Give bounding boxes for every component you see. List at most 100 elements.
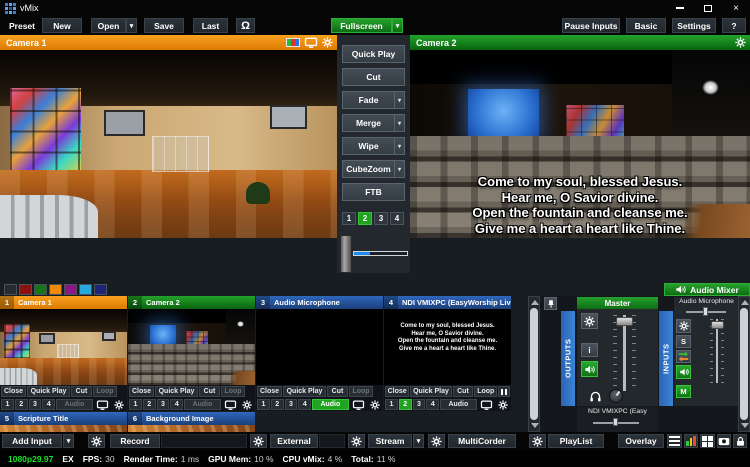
transition-position-2[interactable]: 2	[358, 212, 372, 225]
cubezoom-button[interactable]: CubeZoom▾	[342, 160, 405, 178]
input-header[interactable]: 5 Scripture Title	[0, 412, 127, 425]
cut-button[interactable]: Cut	[327, 386, 348, 397]
cut-button[interactable]: Cut	[71, 386, 92, 397]
multicorder-button[interactable]: MultiCorder	[448, 434, 516, 448]
close-button[interactable]: Close	[1, 386, 26, 397]
position-4-button[interactable]: 4	[42, 399, 55, 410]
category-color-orange[interactable]	[49, 284, 62, 295]
category-color-navy[interactable]	[94, 284, 107, 295]
preview-video[interactable]	[0, 50, 337, 238]
input-header[interactable]: 2 Camera 2	[128, 296, 255, 309]
master-fader-handle[interactable]	[616, 317, 633, 326]
loop-button[interactable]: Loop	[474, 386, 497, 397]
merge-button[interactable]: Merge▾	[342, 114, 405, 132]
input-3-audio-microphone[interactable]: 3 Audio Microphone Close Quick Play Cut …	[256, 296, 383, 411]
record-button[interactable]: Record	[110, 434, 160, 448]
gear-icon[interactable]	[368, 399, 382, 410]
tbar-track[interactable]	[353, 251, 408, 256]
playlist-button[interactable]: PlayList	[548, 434, 604, 448]
input-thumbnail[interactable]	[256, 309, 383, 385]
wipe-dropdown-icon[interactable]: ▾	[394, 138, 404, 154]
cut-button[interactable]: Cut	[453, 386, 473, 397]
position-3-button[interactable]: 3	[29, 399, 42, 410]
position-1-button[interactable]: 1	[385, 399, 398, 410]
maximize-button[interactable]	[694, 0, 722, 16]
lock-icon[interactable]	[733, 434, 747, 448]
preset-label[interactable]: Preset	[9, 21, 35, 31]
input-header[interactable]: 3 Audio Microphone	[256, 296, 383, 309]
stream-button[interactable]: Stream	[368, 434, 412, 448]
fullscreen-monitor-icon[interactable]	[223, 399, 240, 410]
transition-position-1[interactable]: 1	[342, 212, 356, 225]
cubezoom-dropdown-icon[interactable]: ▾	[394, 161, 404, 177]
quick-play-button[interactable]: Quick Play	[342, 45, 405, 63]
loop-button[interactable]: Loop	[93, 386, 117, 397]
scrollbar-thumb[interactable]	[530, 308, 538, 420]
merge-dropdown-icon[interactable]: ▾	[394, 115, 404, 131]
multiview-grid-icon[interactable]	[700, 434, 715, 448]
input-thumbnail[interactable]	[0, 425, 127, 432]
monitor-icon[interactable]	[304, 37, 318, 48]
category-color-blue[interactable]	[79, 284, 92, 295]
position-2-button[interactable]: 2	[143, 399, 156, 410]
quick-play-button[interactable]: Quick Play	[155, 386, 198, 397]
audio-button[interactable]: Audio	[184, 399, 220, 410]
input-thumbnail[interactable]	[128, 309, 255, 385]
gear-icon[interactable]	[112, 399, 126, 410]
fullscreen-monitor-icon[interactable]	[95, 399, 112, 410]
gear-icon[interactable]	[735, 37, 746, 48]
open-dropdown-icon[interactable]: ▾	[126, 18, 137, 33]
position-3-button[interactable]: 3	[285, 399, 298, 410]
mute-speaker-icon[interactable]	[676, 365, 691, 379]
gear-icon[interactable]	[322, 37, 333, 48]
basic-button[interactable]: Basic	[626, 18, 666, 33]
input-header[interactable]: 1 Camera 1	[0, 296, 127, 309]
new-button[interactable]: New	[42, 18, 82, 33]
quick-play-button[interactable]: Quick Play	[410, 386, 452, 397]
position-4-button[interactable]: 4	[170, 399, 183, 410]
pin-icon[interactable]	[544, 297, 557, 310]
scroll-down-icon[interactable]	[741, 423, 749, 428]
audio-levels-icon[interactable]	[684, 434, 698, 448]
minimize-button[interactable]	[666, 0, 694, 16]
mixer-scrollbar[interactable]	[738, 296, 750, 432]
input-5-scripture-title[interactable]: 5 Scripture Title	[0, 412, 127, 432]
scroll-up-icon[interactable]	[741, 300, 749, 305]
headphones-icon[interactable]	[589, 390, 602, 403]
add-input-button[interactable]: Add Input	[2, 434, 62, 448]
colorbars-icon[interactable]	[286, 38, 300, 47]
category-color-purple[interactable]	[64, 284, 77, 295]
pan-slider-handle[interactable]	[703, 307, 708, 316]
input-2-camera2[interactable]: 2 Camera 2 Close Quick Play Cut Loop 1 2…	[128, 296, 255, 411]
gear-icon[interactable]	[496, 399, 510, 410]
loop-button[interactable]: Loop	[349, 386, 373, 397]
headphone-volume-knob[interactable]	[609, 389, 623, 403]
menu-icon[interactable]	[667, 434, 682, 448]
input-header[interactable]: 6 Background Image	[128, 412, 255, 425]
scroll-down-icon[interactable]	[531, 423, 539, 428]
fullscreen-monitor-icon[interactable]	[479, 399, 496, 410]
input-header[interactable]: 4 NDI VMIXPC (EasyWorship Live)	[384, 296, 511, 309]
multicorder-settings-gear-icon[interactable]	[428, 434, 445, 448]
master-mute-speaker-icon[interactable]	[581, 361, 598, 377]
tbar-handle[interactable]	[340, 235, 352, 273]
audio-button-active[interactable]: Audio	[312, 399, 348, 410]
position-3-button[interactable]: 3	[413, 399, 426, 410]
mic-fader-handle[interactable]	[711, 321, 724, 329]
playlist-settings-gear-icon[interactable]	[529, 434, 546, 448]
position-2-button-active[interactable]: 2	[399, 399, 412, 410]
category-color-red[interactable]	[19, 284, 32, 295]
cut-button[interactable]: Cut	[342, 68, 405, 86]
snapshot-icon[interactable]	[717, 434, 731, 448]
add-input-dropdown-icon[interactable]: ▾	[63, 434, 74, 448]
input-thumbnail[interactable]: Come to my soul, blessed Jesus.Hear me, …	[384, 309, 511, 385]
category-color-green[interactable]	[34, 284, 47, 295]
input-thumbnail[interactable]	[128, 425, 255, 432]
help-button[interactable]: ?	[722, 18, 746, 33]
audio-button[interactable]: Audio	[440, 399, 476, 410]
save-button[interactable]: Save	[144, 18, 184, 33]
input-thumbnail[interactable]	[0, 309, 127, 385]
position-1-button[interactable]: 1	[257, 399, 270, 410]
position-3-button[interactable]: 3	[157, 399, 170, 410]
input-6-background-image[interactable]: 6 Background Image	[128, 412, 255, 432]
